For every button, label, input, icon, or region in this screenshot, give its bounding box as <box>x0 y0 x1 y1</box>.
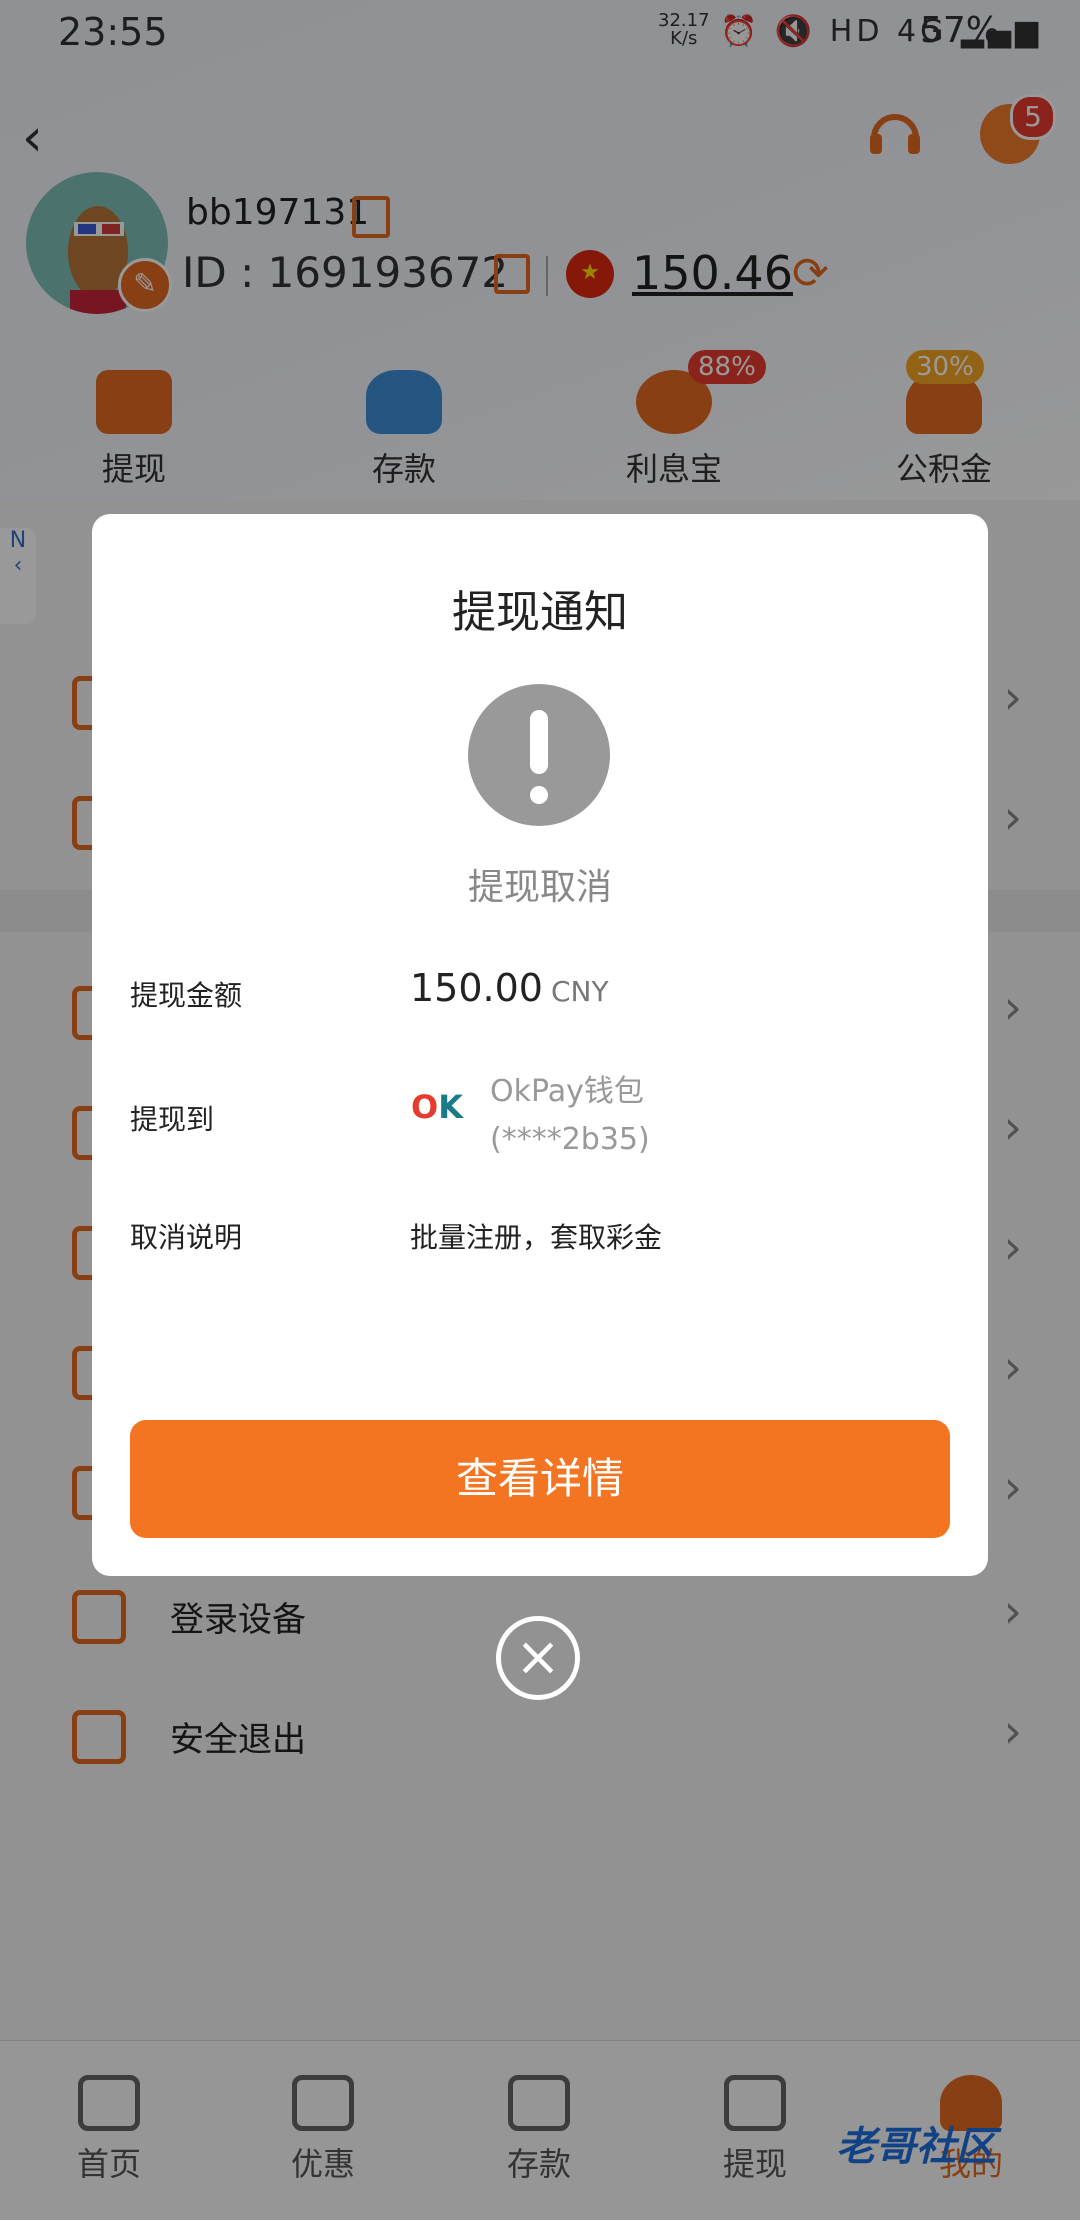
close-icon[interactable]: × <box>496 1616 580 1700</box>
cancel-reason-label: 取消说明 <box>130 1221 243 1254</box>
withdraw-notice-dialog: 提现通知 提现取消 提现金额 150.00 CNY 提现到 OK OkPay钱包 … <box>92 514 988 1576</box>
view-details-button[interactable]: 查看详情 <box>130 1420 950 1538</box>
destination-name: OkPay钱包 <box>490 1074 644 1109</box>
cancel-reason: 批量注册，套取彩金 <box>410 1221 663 1254</box>
dialog-title: 提现通知 <box>452 587 628 638</box>
destination-account: (****2b35) <box>490 1122 650 1157</box>
exclamation-circle-icon <box>468 684 610 826</box>
destination-label: 提现到 <box>130 1103 215 1136</box>
amount-value: 150.00 CNY <box>410 966 609 1010</box>
okpay-logo-icon: OK <box>410 1080 464 1134</box>
withdraw-status: 提现取消 <box>467 867 612 908</box>
amount-label: 提现金额 <box>130 979 243 1012</box>
amount-currency: CNY <box>550 975 609 1008</box>
amount-number: 150.00 <box>410 966 543 1010</box>
